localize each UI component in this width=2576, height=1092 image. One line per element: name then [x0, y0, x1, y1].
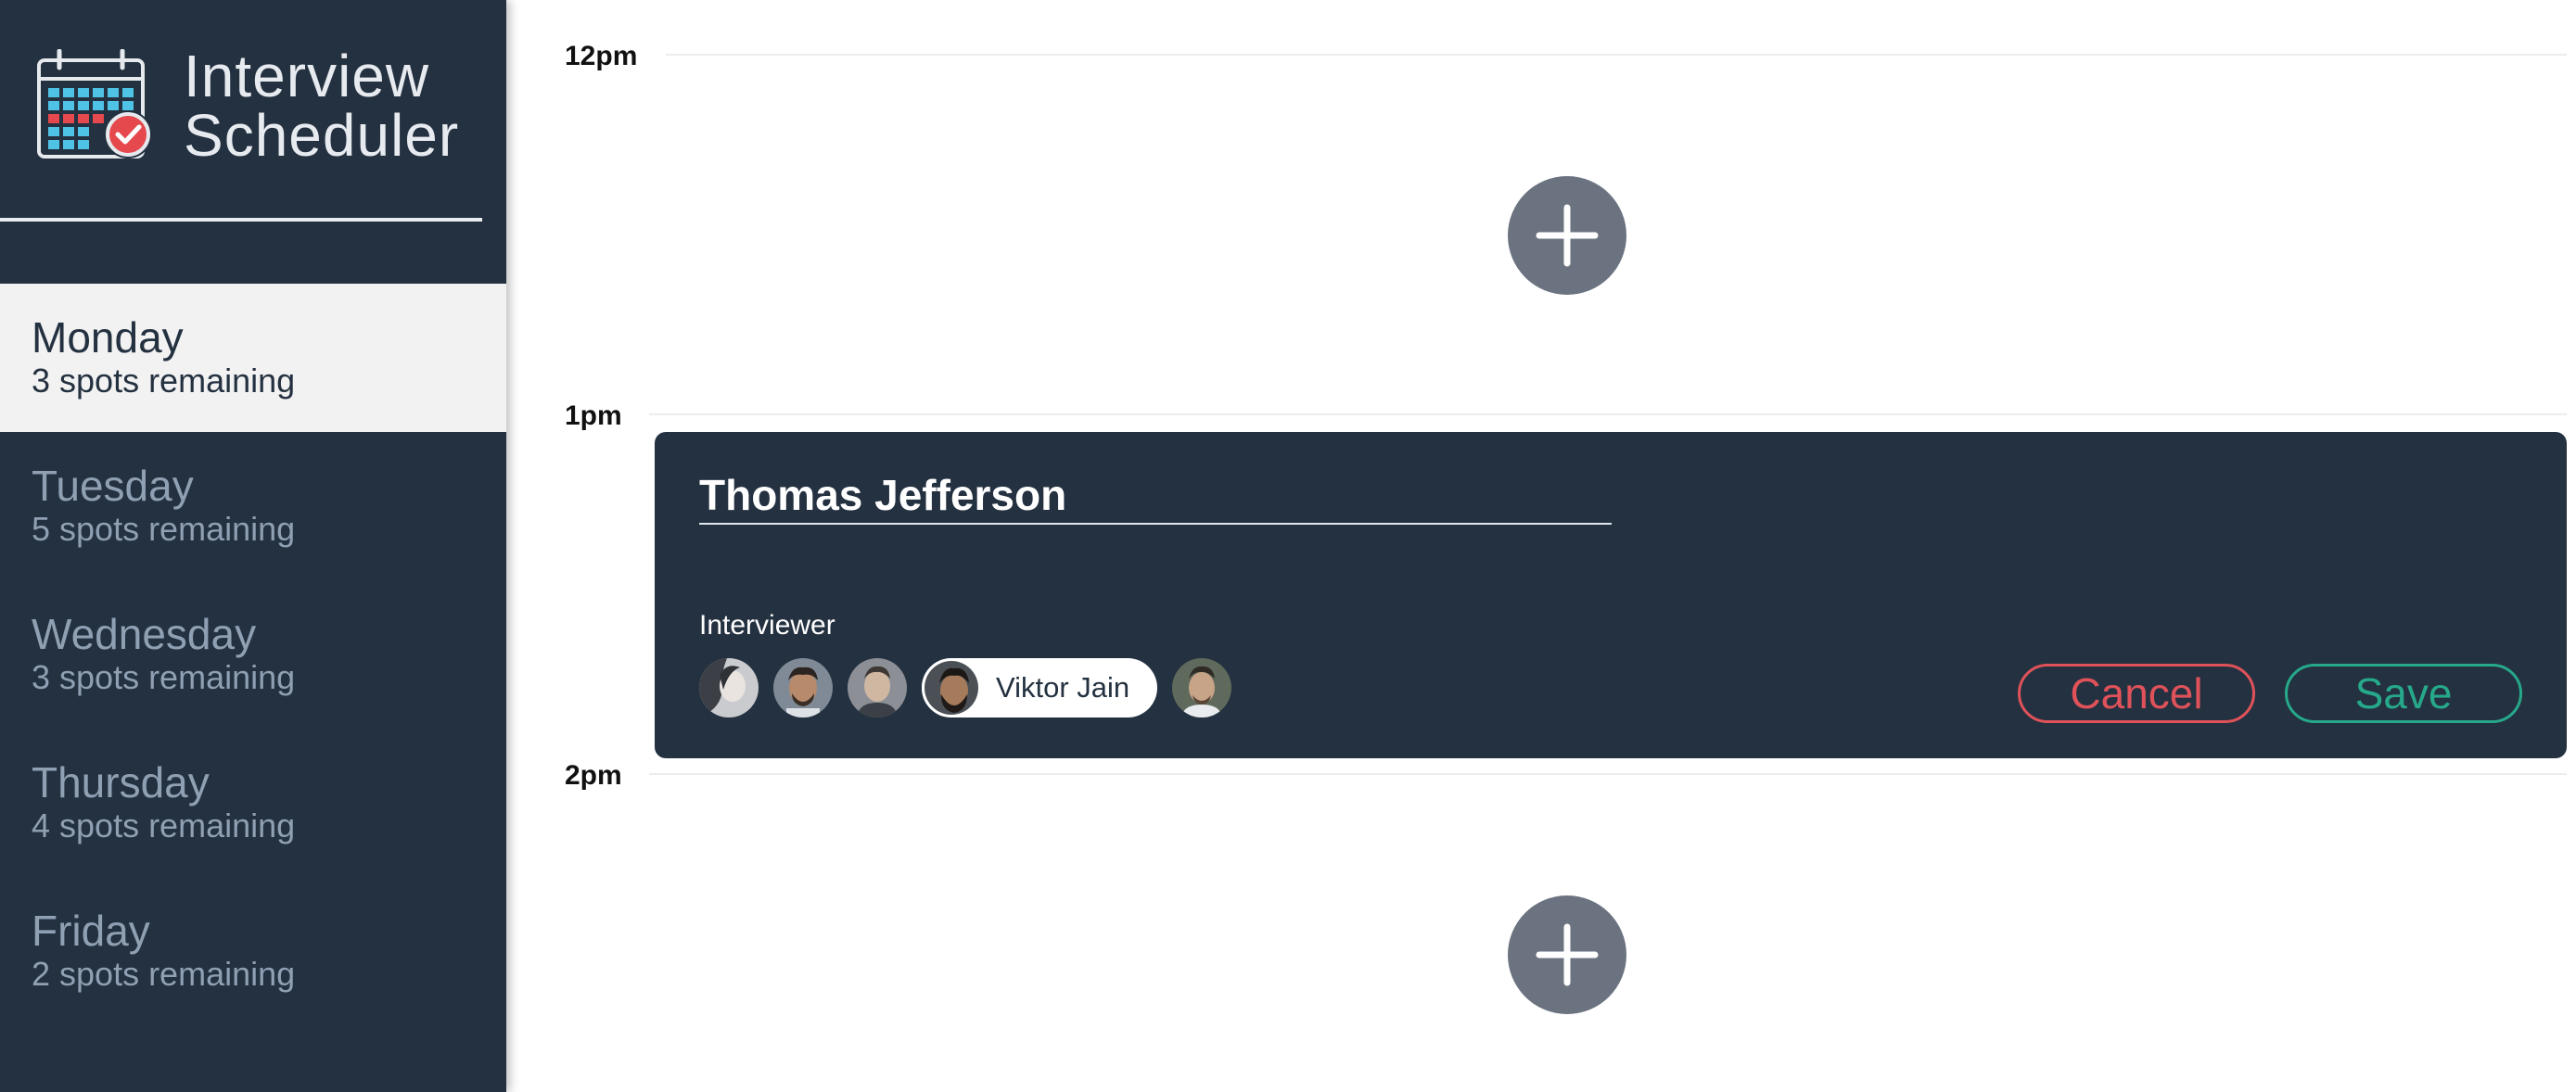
- sidebar-divider: [0, 218, 482, 222]
- time-label-2pm: 2pm: [565, 760, 622, 791]
- plus-icon: [1536, 204, 1599, 267]
- interviewer-avatar[interactable]: [773, 658, 833, 717]
- day-item-friday[interactable]: Friday 2 spots remaining: [0, 877, 506, 1025]
- time-label-1pm: 1pm: [565, 400, 622, 431]
- day-spots: 2 spots remaining: [32, 955, 296, 993]
- interviewer-label: Interviewer: [699, 610, 835, 641]
- selected-interviewer[interactable]: Viktor Jain: [922, 658, 1158, 717]
- cancel-button[interactable]: Cancel: [2018, 664, 2255, 723]
- plus-icon: [1536, 923, 1599, 986]
- day-list: Monday 3 spots remaining Tuesday 5 spots…: [0, 284, 506, 1025]
- day-item-tuesday[interactable]: Tuesday 5 spots remaining: [0, 432, 506, 580]
- save-button[interactable]: Save: [2285, 664, 2522, 723]
- selected-interviewer-name: Viktor Jain: [996, 671, 1130, 704]
- interviewer-avatar[interactable]: [699, 658, 759, 717]
- add-appointment-button[interactable]: [1508, 895, 1626, 1014]
- day-name: Tuesday: [32, 462, 194, 510]
- interviewer-avatar[interactable]: [1172, 658, 1232, 717]
- day-name: Friday: [32, 907, 150, 955]
- day-spots: 5 spots remaining: [32, 510, 296, 548]
- add-appointment-button[interactable]: [1508, 176, 1626, 295]
- interviewer-list: Viktor Jain: [699, 658, 1246, 717]
- avatar-photo: [773, 658, 833, 717]
- avatar-photo: [925, 661, 978, 715]
- day-name: Monday: [32, 313, 184, 362]
- day-item-thursday[interactable]: Thursday 4 spots remaining: [0, 729, 506, 877]
- brand: Interview Scheduler: [35, 46, 459, 165]
- hour-divider: [666, 54, 2567, 56]
- day-spots: 4 spots remaining: [32, 806, 296, 844]
- avatar-photo: [848, 658, 907, 717]
- day-spots: 3 spots remaining: [32, 658, 296, 696]
- calendar-check-icon: [37, 49, 152, 159]
- hour-divider: [649, 413, 2567, 415]
- avatar-photo: [1172, 658, 1232, 717]
- day-item-wednesday[interactable]: Wednesday 3 spots remaining: [0, 580, 506, 729]
- interviewer-avatar: [922, 658, 981, 717]
- interviewer-avatar[interactable]: [848, 658, 907, 717]
- app-title: Interview Scheduler: [184, 46, 459, 165]
- day-name: Thursday: [32, 758, 210, 806]
- sidebar: Interview Scheduler Monday 3 spots remai…: [0, 0, 506, 1092]
- student-name-input[interactable]: [699, 467, 1612, 525]
- app-title-line2: Scheduler: [184, 102, 460, 169]
- appointment-form: Interviewer: [655, 432, 2567, 758]
- day-item-monday[interactable]: Monday 3 spots remaining: [0, 284, 506, 432]
- day-spots: 3 spots remaining: [32, 362, 296, 400]
- hour-divider: [649, 773, 2567, 775]
- app-title-line1: Interview: [184, 43, 430, 109]
- schedule: 12pm 1pm Interviewer: [506, 0, 2576, 1092]
- day-name: Wednesday: [32, 610, 257, 658]
- avatar-photo: [699, 658, 759, 717]
- time-label-12pm: 12pm: [565, 41, 638, 71]
